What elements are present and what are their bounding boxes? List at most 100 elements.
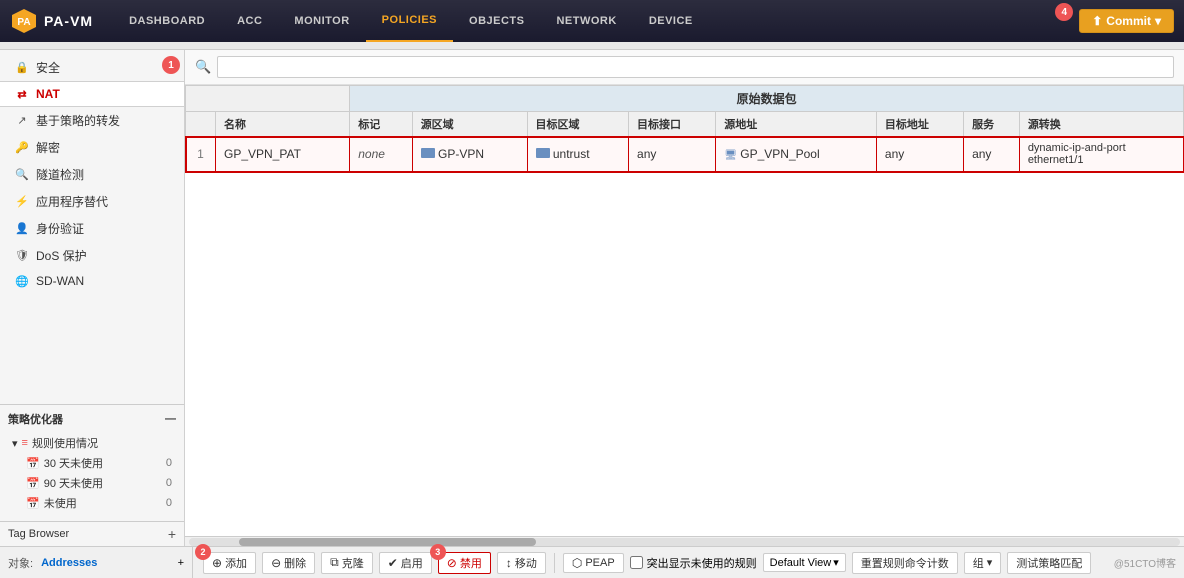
main-layout: 1 🔒 安全 ⇄ NAT ↗ 基于策略的转发 🔑 解密 🔍 隧道检测	[0, 50, 1184, 546]
highlight-label: 突出显示未使用的规则	[647, 555, 757, 571]
commit-chevron: ▾	[1155, 14, 1161, 28]
optimizer-rule-usage-label: 规则使用情况	[32, 435, 98, 451]
nav-dashboard[interactable]: DASHBOARD	[113, 0, 221, 42]
move-button[interactable]: ↕ 移动	[497, 552, 546, 574]
scroll-track	[189, 538, 1180, 546]
optimizer-collapse[interactable]: —	[165, 413, 176, 425]
nav-device[interactable]: DEVICE	[633, 0, 709, 42]
toolbar-divider-1	[554, 553, 555, 573]
cell-dst-addr: any	[876, 137, 963, 172]
col-src-zone: 源区域	[412, 112, 527, 137]
optimizer-30day-label: 30 天未使用	[44, 455, 103, 471]
test-match-label: 测试策略匹配	[1016, 555, 1082, 571]
badge-2: 2	[195, 544, 211, 560]
sidebar-item-auth[interactable]: 👤 身份验证	[0, 215, 184, 242]
default-view-button[interactable]: Default View ▾	[763, 553, 846, 572]
sidebar-item-policy-route-label: 基于策略的转发	[36, 112, 120, 129]
disable-button[interactable]: ⊘ 禁用	[438, 552, 491, 574]
svg-text:PA: PA	[17, 17, 30, 28]
sidebar-item-tunnel[interactable]: 🔍 隧道检测	[0, 161, 184, 188]
org-button[interactable]: 组 ▾	[964, 552, 1002, 574]
content-area: 🔍 原始数据包 名称 标记 源区域 目标区域 目标接口	[185, 50, 1184, 546]
optimizer-title: 策略优化器	[8, 411, 63, 427]
commit-button[interactable]: ⬆ Commit ▾	[1079, 9, 1174, 33]
dst-zone-flag	[536, 148, 550, 158]
clone-label: 克隆	[342, 555, 364, 571]
sidebar-item-policy-route[interactable]: ↗ 基于策略的转发	[0, 107, 184, 134]
app-proxy-icon: ⚡	[14, 195, 30, 209]
optimizer-unused-icon: 📅	[26, 497, 40, 510]
peap-button[interactable]: ⬡ PEAP	[563, 553, 624, 573]
nav-policies[interactable]: POLICIES	[366, 0, 453, 42]
default-view-label: Default View	[770, 557, 832, 569]
tag-browser-add[interactable]: +	[168, 526, 176, 542]
src-addr-icon: 🖥	[724, 150, 737, 161]
optimizer-90day-icon: 📅	[26, 477, 40, 490]
horizontal-scrollbar[interactable]	[185, 536, 1184, 546]
optimizer-90day[interactable]: 📅 90 天未使用 0	[26, 473, 176, 493]
col-service: 服务	[964, 112, 1020, 137]
tag-browser-label: Tag Browser	[8, 528, 69, 540]
clone-button[interactable]: ⧉ 克隆	[321, 552, 373, 574]
nav-acc[interactable]: ACC	[221, 0, 278, 42]
reset-label: 重置规则命令计数	[861, 555, 949, 571]
cell-src-zone: GP-VPN	[412, 137, 527, 172]
logo-text: PA-VM	[44, 13, 93, 29]
col-tag: 标记	[350, 112, 412, 137]
default-view-chevron: ▾	[833, 556, 839, 569]
optimizer-header: 策略优化器 —	[8, 411, 176, 427]
dst-zone-value: untrust	[553, 147, 590, 161]
scroll-thumb[interactable]	[239, 538, 536, 546]
sidebar-item-decrypt[interactable]: 🔑 解密	[0, 134, 184, 161]
highlight-checkbox-wrapper[interactable]: 突出显示未使用的规则	[630, 555, 757, 571]
peap-label: PEAP	[585, 557, 614, 569]
cell-tag: none	[350, 137, 412, 172]
optimizer-tree-icon: ≡	[22, 437, 28, 449]
sidebar-item-decrypt-label: 解密	[36, 139, 60, 156]
search-input[interactable]	[217, 56, 1174, 78]
sidebar: 1 🔒 安全 ⇄ NAT ↗ 基于策略的转发 🔑 解密 🔍 隧道检测	[0, 50, 185, 546]
highlight-checkbox[interactable]	[630, 556, 643, 569]
nav-monitor[interactable]: MONITOR	[278, 0, 365, 42]
nav-objects[interactable]: OBJECTS	[453, 0, 540, 42]
optimizer-unused-label: 未使用	[44, 495, 77, 511]
table-row[interactable]: 1 GP_VPN_PAT none GP-VPN untrust any	[186, 137, 1184, 172]
org-chevron: ▾	[987, 556, 993, 569]
optimizer-unused-count: 0	[166, 497, 172, 509]
optimizer-tree-root[interactable]: ▾ ≡ 规则使用情况	[8, 433, 176, 453]
optimizer-30day[interactable]: 📅 30 天未使用 0	[26, 453, 176, 473]
dos-icon: 🛡	[14, 249, 30, 263]
delete-icon: ⊖	[271, 556, 281, 570]
cell-src-addr: 🖥 GP_VPN_Pool	[716, 137, 877, 172]
badge-3: 3	[430, 544, 446, 560]
sidebar-item-sdwan[interactable]: 🌐 SD-WAN	[0, 269, 184, 293]
bottom-left-section: 对象: Addresses +	[8, 547, 193, 578]
add-button[interactable]: ⊕ 添加	[203, 552, 256, 574]
sidebar-item-security[interactable]: 🔒 安全	[0, 54, 184, 81]
sidebar-item-nat[interactable]: ⇄ NAT	[0, 81, 184, 107]
bottom-bar: 对象: Addresses + 2 ⊕ 添加 ⊖ 删除 ⧉ 克隆 ✔ 启用 3	[0, 546, 1184, 578]
optimizer-90day-count: 0	[166, 477, 172, 489]
optimizer-unused[interactable]: 📅 未使用 0	[26, 493, 176, 513]
bottom-left-add[interactable]: +	[178, 557, 184, 569]
cell-name: GP_VPN_PAT	[216, 137, 350, 172]
nav-network[interactable]: NETWORK	[540, 0, 632, 42]
enable-button[interactable]: ✔ 启用	[379, 552, 432, 574]
org-label: 组	[973, 555, 984, 571]
search-icon: 🔍	[195, 59, 211, 75]
test-match-button[interactable]: 测试策略匹配	[1007, 552, 1091, 574]
table-group-header-row: 原始数据包	[186, 86, 1184, 112]
enable-icon: ✔	[388, 556, 398, 570]
move-icon: ↕	[506, 556, 512, 570]
sidebar-item-dos[interactable]: 🛡 DoS 保护	[0, 242, 184, 269]
peap-icon: ⬡	[572, 556, 582, 570]
cell-num: 1	[186, 137, 216, 172]
watermark: @51CTO博客	[1114, 555, 1176, 570]
delete-button[interactable]: ⊖ 删除	[262, 552, 315, 574]
sidebar-item-security-label: 安全	[36, 59, 60, 76]
sidebar-item-app-proxy[interactable]: ⚡ 应用程序替代	[0, 188, 184, 215]
reset-button[interactable]: 重置规则命令计数	[852, 552, 958, 574]
sub-header	[0, 42, 1184, 50]
policy-route-icon: ↗	[14, 114, 30, 128]
col-num	[186, 112, 216, 137]
